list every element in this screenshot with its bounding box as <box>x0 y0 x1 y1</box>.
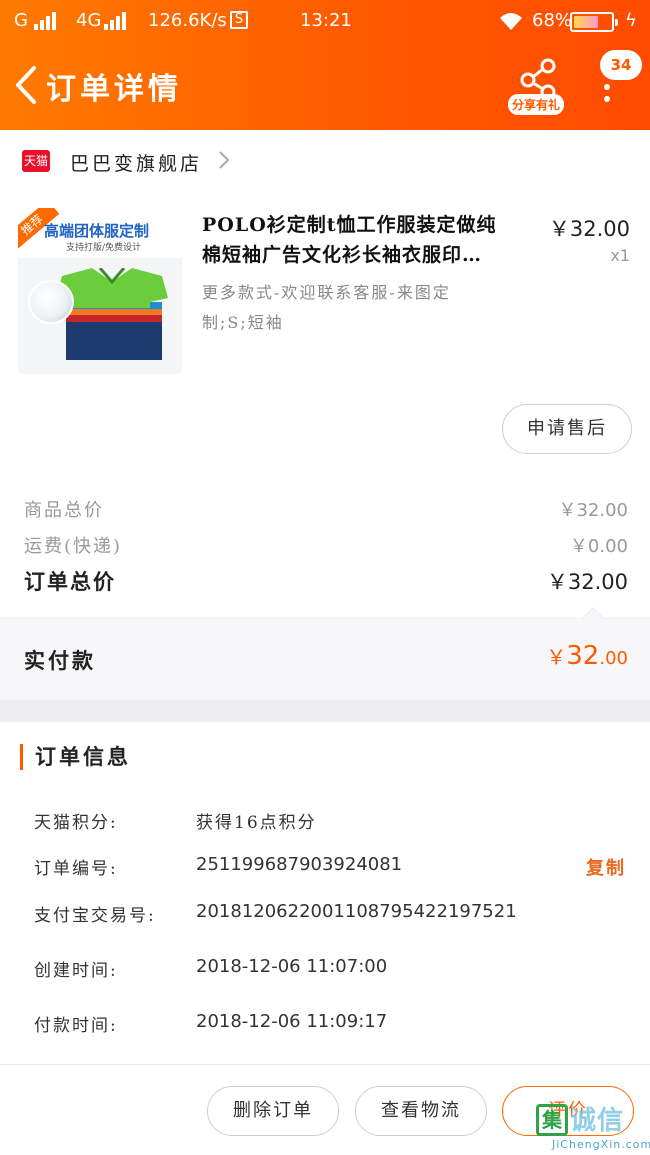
wifi-icon <box>500 13 522 30</box>
copy-button[interactable]: 复制 <box>586 854 626 880</box>
section-divider <box>0 700 650 722</box>
clock: 13:21 <box>300 10 352 31</box>
info-row-created: 创建时间: 2018-12-06 11:07:00 <box>34 956 388 981</box>
product-image-title: 高端团体服定制 <box>44 222 150 240</box>
after-sale-button[interactable]: 申请售后 <box>502 404 632 454</box>
network-type-label: 4G <box>76 10 102 31</box>
message-badge: 34 <box>600 50 642 80</box>
delete-order-button[interactable]: 删除订单 <box>207 1086 339 1136</box>
share-button[interactable]: 分享有礼 <box>508 58 568 115</box>
product-image-subtitle: 支持打版/免费设计 <box>66 243 142 253</box>
product-spec: 更多款式-欢迎联系客服-来图定 制;S;短袖 <box>202 283 451 332</box>
signal-icon-2 <box>104 12 130 30</box>
signal-icon <box>34 12 60 30</box>
page-title: 订单详情 <box>46 72 182 107</box>
product-title[interactable]: POLO衫定制t恤工作服装定做纯 棉短袖广告文化衫长袖衣服印… <box>202 210 532 270</box>
carrier-label: G <box>14 10 28 31</box>
view-logistics-button[interactable]: 查看物流 <box>355 1086 487 1136</box>
more-dot-icon <box>604 84 610 90</box>
watermark-icon: 集 <box>536 1104 568 1136</box>
battery-level <box>574 16 598 28</box>
info-row-paid-time: 付款时间: 2018-12-06 11:09:17 <box>34 1011 388 1036</box>
charging-icon: ϟ <box>625 10 637 31</box>
battery-icon <box>570 12 618 32</box>
more-menu-button[interactable]: 34 <box>596 50 646 110</box>
product-price: ￥32.00 <box>548 217 630 241</box>
info-row-alipay: 支付宝交易号: 2018120622001108795422197521 <box>34 901 517 926</box>
product-quantity: x1 <box>610 246 630 265</box>
chevron-right-icon <box>219 151 230 169</box>
store-name: 巴巴变旗舰店 <box>70 153 203 175</box>
header-bar: G 4G 126.6K/s S 13:21 68% ϟ 订单详情 分享有礼 34 <box>0 0 650 130</box>
polo-shirt-icon <box>56 268 168 360</box>
store-row[interactable]: 天猫 巴巴变旗舰店 <box>0 130 650 190</box>
paid-label: 实付款 <box>24 648 96 673</box>
info-row-order-number: 订单编号: 251199687903924081 复制 <box>34 854 626 880</box>
back-arrow-icon[interactable] <box>10 62 46 108</box>
share-label: 分享有礼 <box>508 94 564 115</box>
battery-percent: 68% <box>532 10 573 31</box>
s-app-icon: S <box>230 11 248 29</box>
tmall-icon: 天猫 <box>22 150 50 172</box>
share-icon <box>520 58 556 100</box>
status-bar: G 4G 126.6K/s S 13:21 68% ϟ <box>0 0 650 44</box>
info-row-points: 天猫积分: 获得16点积分 <box>34 813 317 833</box>
more-dot-icon <box>604 96 610 102</box>
product-image[interactable]: 推荐 高端团体服定制 支持打版/免费设计 <box>18 208 182 374</box>
paid-value: ￥32.00 <box>546 641 628 671</box>
cotton-image <box>28 280 74 324</box>
order-info-heading: 订单信息 <box>20 744 131 770</box>
net-speed: 126.6K/s <box>148 10 227 31</box>
watermark-logo: 集 诚信 JiChengXin.com <box>530 1100 650 1155</box>
paid-amount-box: 实付款 ￥32.00 <box>0 618 650 700</box>
